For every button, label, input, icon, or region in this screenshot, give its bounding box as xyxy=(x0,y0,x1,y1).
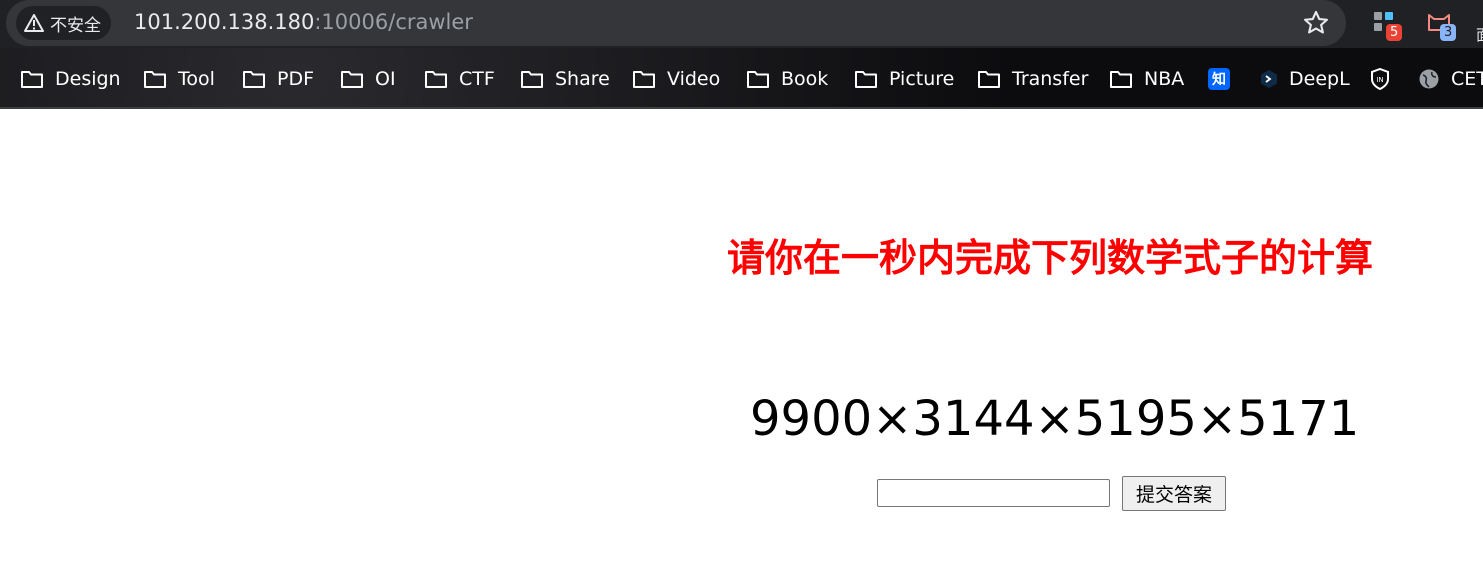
address-bar-row: 不安全 101.200.138.180:10006/crawler 5 3 面 xyxy=(0,0,1483,48)
bookmark-label: Book xyxy=(781,68,829,90)
bookmark-zhihu[interactable]: 知 xyxy=(1208,65,1242,93)
bookmark-cet[interactable]: CET xyxy=(1418,65,1483,93)
bookmark-star-icon[interactable] xyxy=(1302,9,1330,37)
url-text[interactable]: 101.200.138.180:10006/crawler xyxy=(134,10,473,34)
deepl-icon xyxy=(1261,70,1277,88)
globe-icon xyxy=(1419,69,1439,89)
folder-icon xyxy=(144,71,166,88)
bookmark-label: NBA xyxy=(1144,68,1185,90)
security-label: 不安全 xyxy=(50,15,101,36)
bookmark-label: CET xyxy=(1451,68,1483,90)
bookmark-oi[interactable]: OI xyxy=(340,65,396,93)
bookmark-video[interactable]: Video xyxy=(632,65,720,93)
bookmark-label: CTF xyxy=(459,68,495,90)
answer-input[interactable] xyxy=(877,479,1110,507)
folder-icon xyxy=(425,71,447,88)
bookmark-transfer[interactable]: Transfer xyxy=(977,65,1088,93)
submit-answer-button[interactable]: 提交答案 xyxy=(1122,476,1226,511)
folder-icon xyxy=(855,71,877,88)
bookmark-design[interactable]: Design xyxy=(20,65,121,93)
bookmark-label: Design xyxy=(55,68,121,90)
bookmark-nba[interactable]: NBA xyxy=(1109,65,1184,93)
bookmark-book[interactable]: Book xyxy=(746,65,828,93)
url-host: 101.200.138.180 xyxy=(134,10,315,34)
folder-icon xyxy=(521,71,543,88)
bookmark-share[interactable]: Share xyxy=(520,65,610,93)
svg-text:IN: IN xyxy=(1376,76,1383,84)
extension-badge-2: 3 xyxy=(1440,24,1457,41)
bookmark-tool[interactable]: Tool xyxy=(143,65,215,93)
bookmark-label: Picture xyxy=(889,68,955,90)
bookmark-label: Transfer xyxy=(1012,68,1089,90)
bookmark-deepl[interactable]: DeepL xyxy=(1260,65,1350,93)
folder-icon xyxy=(1110,71,1132,88)
bookmark-label: Video xyxy=(667,68,721,90)
bookmark-label: PDF xyxy=(277,68,315,90)
zhihu-icon: 知 xyxy=(1208,68,1230,90)
bookmark-ctf[interactable]: CTF xyxy=(424,65,495,93)
folder-icon xyxy=(243,71,265,88)
omnibox[interactable]: 不安全 101.200.138.180:10006/crawler xyxy=(6,0,1346,46)
bookmark-label: DeepL xyxy=(1289,68,1350,90)
bookmark-picture[interactable]: Picture xyxy=(854,65,954,93)
url-path: :10006/crawler xyxy=(314,10,473,34)
page-title: 请你在一秒内完成下列数学式子的计算 xyxy=(726,236,1373,280)
folder-icon xyxy=(633,71,655,88)
warning-icon xyxy=(24,14,44,32)
extension-glyph: 面 xyxy=(1476,24,1483,45)
math-expression: 9900×3144×5195×5171 xyxy=(750,391,1360,447)
bookmark-label: OI xyxy=(375,68,396,90)
folder-icon xyxy=(747,71,769,88)
bookmarks-bar: Design Tool PDF OI CTF Share Video Book … xyxy=(0,48,1483,108)
extension-badge-1: 5 xyxy=(1386,24,1403,41)
page-content: 请你在一秒内完成下列数学式子的计算 9900×3144×5195×5171 提交… xyxy=(0,109,1483,582)
bookmark-pdf[interactable]: PDF xyxy=(242,65,314,93)
bookmark-label: Tool xyxy=(178,68,215,90)
bookmark-label: Share xyxy=(555,68,610,90)
folder-icon xyxy=(21,71,43,88)
bookmark-shield[interactable]: IN xyxy=(1370,65,1401,93)
shield-icon: IN xyxy=(1371,68,1389,90)
folder-icon xyxy=(341,71,363,88)
folder-icon xyxy=(978,71,1000,88)
security-indicator[interactable]: 不安全 xyxy=(16,6,111,40)
